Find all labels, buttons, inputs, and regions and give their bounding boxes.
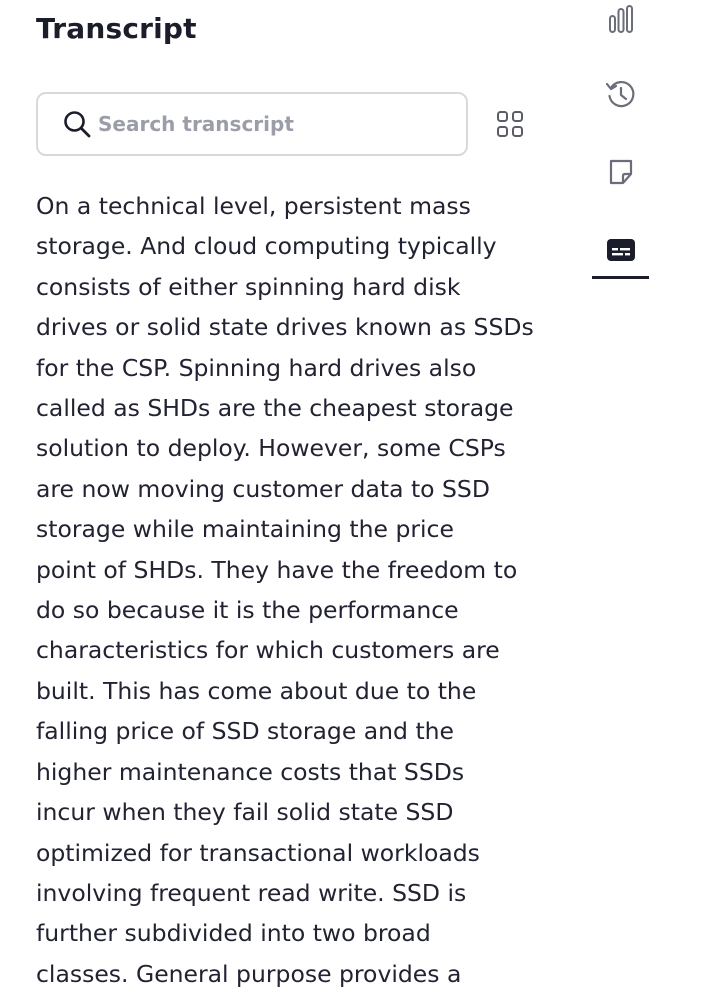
rail-item-history[interactable] — [599, 73, 643, 117]
search-icon — [62, 109, 92, 139]
search-box[interactable] — [36, 92, 468, 156]
active-tab-indicator — [592, 276, 649, 279]
note-icon — [609, 159, 633, 185]
rail-item-transcript[interactable] — [599, 228, 643, 272]
transcript-text: On a technical level, persistent mass st… — [36, 192, 534, 988]
grid-view-button[interactable] — [496, 110, 524, 138]
side-rail — [585, 0, 655, 300]
panel-title: Transcript — [36, 12, 197, 45]
history-icon — [605, 81, 635, 108]
grid-icon — [497, 111, 523, 137]
bar-chart-icon — [609, 5, 633, 33]
rail-item-analytics[interactable] — [599, 0, 643, 41]
captions-icon — [607, 239, 635, 261]
rail-item-notes[interactable] — [599, 150, 643, 194]
search-input[interactable] — [98, 104, 438, 144]
